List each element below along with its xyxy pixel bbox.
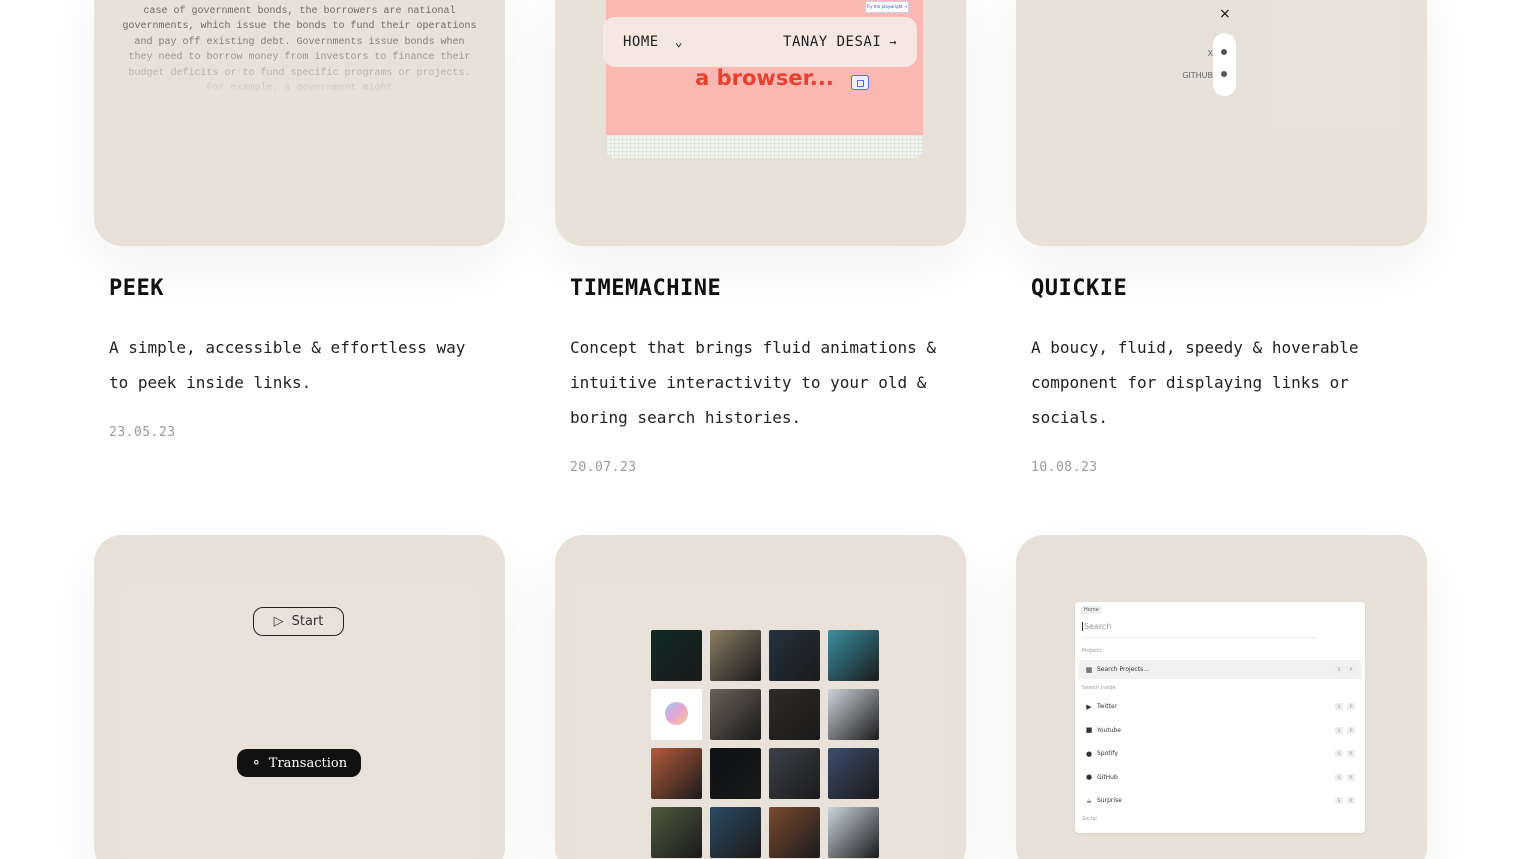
start-label: Start xyxy=(291,614,324,629)
transaction-label: Transaction xyxy=(268,755,348,771)
start-button[interactable]: ▷ Start xyxy=(253,607,344,636)
search-item-label: Spotify xyxy=(1097,750,1118,757)
surprise-icon: ☕ xyxy=(1085,796,1093,805)
image-tile[interactable] xyxy=(828,689,879,740)
search-placeholder: Search xyxy=(1084,622,1112,631)
project-description-peek: A simple, accessible & effortless way to… xyxy=(109,338,466,392)
image-tile[interactable] xyxy=(769,630,820,681)
github-dot-icon[interactable] xyxy=(1221,71,1227,77)
project-description-quickie: A boucy, fluid, speedy & hoverable compo… xyxy=(1031,338,1359,427)
project-description-timemachine: Concept that brings fluid animations & i… xyxy=(570,338,937,427)
kbd-key: P xyxy=(1347,797,1355,804)
kbd-key: S xyxy=(1335,703,1343,710)
breadcrumb-home[interactable]: Home xyxy=(1081,606,1102,614)
section-search-inside: Search inside xyxy=(1082,685,1116,691)
kbd-key: S xyxy=(1335,726,1343,734)
x-dot-icon[interactable] xyxy=(1221,49,1227,55)
quickie-pill[interactable] xyxy=(1213,33,1236,96)
kbd-key: S xyxy=(1335,750,1343,757)
image-tile[interactable] xyxy=(651,748,702,799)
kbd-key: P xyxy=(1347,750,1355,757)
quickie-preview[interactable]: × X GITHUB xyxy=(1016,0,1427,246)
project-title-peek[interactable]: PEEK xyxy=(109,276,164,301)
timemachine-preview[interactable]: Try the playwright → a browser... HOME ⌄… xyxy=(555,0,966,246)
calendar-icon[interactable] xyxy=(851,75,869,90)
grid-icon: ▦ xyxy=(1085,665,1093,674)
project-date-peek: 23.05.23 xyxy=(109,425,176,440)
timemachine-nav: HOME ⌄ TANAY DESAI → xyxy=(603,17,917,67)
search-projects-row[interactable]: ▦ Search Projects... S P xyxy=(1079,660,1361,679)
search-item-surprise[interactable]: ☕ Surprise S P xyxy=(1079,791,1361,810)
image-tile[interactable] xyxy=(769,689,820,740)
gradient-blob-icon xyxy=(665,702,688,725)
search-item-spotify[interactable]: ● Spotify S P xyxy=(1079,744,1361,763)
spotify-icon: ● xyxy=(1085,749,1093,758)
share-icon: ⚬ xyxy=(250,755,262,771)
label-x: X xyxy=(1207,49,1213,58)
chevron-down-icon: ⌄ xyxy=(674,34,684,50)
search-input[interactable]: Search xyxy=(1082,622,1316,638)
image-tile[interactable] xyxy=(710,807,761,858)
image-tile[interactable] xyxy=(651,807,702,858)
project-date-timemachine: 20.07.23 xyxy=(570,460,637,475)
section-projects: Projects xyxy=(1082,648,1102,654)
kbd-key: S xyxy=(1335,773,1343,781)
kbd-key: P xyxy=(1347,773,1355,781)
nav-home-label: HOME xyxy=(623,34,659,50)
text-cursor xyxy=(1082,622,1083,631)
search-item-twitter[interactable]: ▶ Twitter S P xyxy=(1079,697,1361,716)
search-item-label: Surprise xyxy=(1097,797,1122,804)
kbd-key: S xyxy=(1335,797,1343,804)
image-grid xyxy=(651,630,879,858)
image-tile[interactable] xyxy=(769,748,820,799)
label-github: GITHUB xyxy=(1182,71,1213,80)
image-tile[interactable] xyxy=(828,630,879,681)
image-tile[interactable] xyxy=(651,689,702,740)
peek-preview[interactable]: stream of income through regular interes… xyxy=(94,0,505,246)
search-item-label: Youtube xyxy=(1097,726,1121,734)
search-projects-label: Search Projects... xyxy=(1097,666,1149,673)
search-item-github[interactable]: ● GitHub S P xyxy=(1079,768,1361,787)
transaction-preview[interactable]: ▷ Start ⚬ Transaction xyxy=(94,535,505,859)
image-tile[interactable] xyxy=(710,630,761,681)
arrow-right-icon: → xyxy=(889,35,897,49)
quickie-labels: X GITHUB xyxy=(1182,43,1213,87)
kbd-key: P xyxy=(1347,703,1355,710)
peek-fade xyxy=(94,30,505,100)
youtube-icon: ■ xyxy=(1085,726,1093,734)
image-tile[interactable] xyxy=(769,807,820,858)
project-date-quickie: 10.08.23 xyxy=(1031,460,1098,475)
image-tile[interactable] xyxy=(710,748,761,799)
image-grid-preview[interactable] xyxy=(555,535,966,859)
nav-home-dropdown[interactable]: HOME ⌄ xyxy=(623,34,683,50)
search-preview[interactable]: Home Search Projects ▦ Search Projects..… xyxy=(1016,535,1427,859)
browser-grid xyxy=(606,135,923,158)
try-playwright-button[interactable]: Try the playwright → xyxy=(865,1,909,13)
nav-name-link[interactable]: TANAY DESAI xyxy=(783,34,881,50)
section-social: Social xyxy=(1082,816,1097,822)
twitter-icon: ▶ xyxy=(1086,702,1092,711)
browser-headline: a browser... xyxy=(695,66,834,90)
command-palette: Home Search Projects ▦ Search Projects..… xyxy=(1075,602,1365,833)
kbd-key: P xyxy=(1347,726,1355,734)
project-title-timemachine[interactable]: TIMEMACHINE xyxy=(570,276,721,301)
kbd-key: S xyxy=(1335,666,1343,673)
search-item-youtube[interactable]: ■ Youtube S P xyxy=(1079,721,1361,740)
image-tile[interactable] xyxy=(828,748,879,799)
play-icon: ▷ xyxy=(273,614,284,629)
transaction-button[interactable]: ⚬ Transaction xyxy=(237,749,361,777)
image-tile[interactable] xyxy=(651,630,702,681)
search-item-label: Twitter xyxy=(1097,703,1118,710)
github-icon: ● xyxy=(1085,773,1093,781)
close-icon[interactable]: × xyxy=(1219,6,1231,22)
search-item-label: GitHub xyxy=(1097,773,1118,781)
image-tile[interactable] xyxy=(828,807,879,858)
kbd-key: P xyxy=(1347,666,1355,673)
project-title-quickie[interactable]: QUICKIE xyxy=(1031,276,1127,301)
image-tile[interactable] xyxy=(710,689,761,740)
